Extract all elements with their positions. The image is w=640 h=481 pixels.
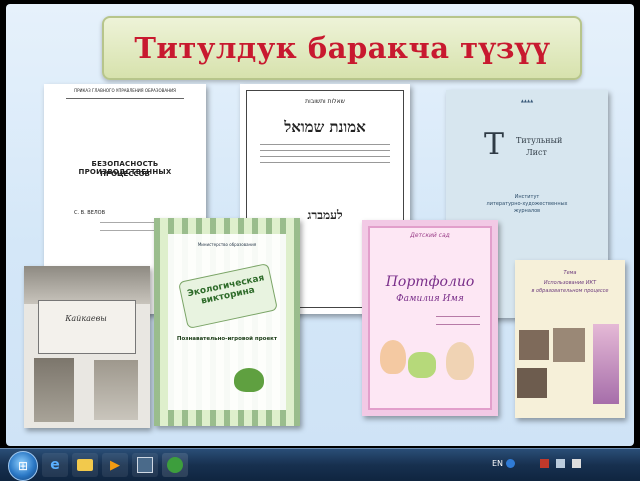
doc4-drapery [24,266,150,304]
doc2-line1 [260,144,390,145]
doc4-figure2 [94,360,138,420]
doc6-child-figure-icon [380,340,406,374]
folder-icon[interactable] [72,453,98,477]
doc2-line3 [260,156,390,157]
doc6-line2 [436,324,480,325]
doc6-top: Детский сад [410,232,450,239]
doc2-title: אמונת שמואל [284,118,366,136]
windows-start-icon[interactable]: ⊞ [8,451,38,481]
windows-logo-icon: ⊞ [17,459,29,473]
taskbar: ⊞ e ▶ EN [0,448,640,481]
doc6-inner [368,226,492,410]
play-glyph: ▶ [110,457,120,473]
doc7-line1: Тема [563,270,577,276]
doc7-photo-1 [519,330,549,360]
doc5-project: Познавательно-игровой проект [176,336,278,342]
title-page-example-7: Тема Использование ИКТ в образовательном… [515,260,625,418]
help-icon[interactable] [506,459,515,468]
doc5-header: Министерство образования [197,242,257,247]
doc4-caption: Кайкаевы [65,314,107,323]
title-page-example-5: Министерство образования Экологическая в… [154,218,300,426]
doc2-line2 [260,150,390,151]
internet-explorer-icon[interactable]: e [42,453,68,477]
doc6-name: Фамилия Имя [396,294,464,304]
doc3-logo-line2: Лист [526,148,547,157]
doc3-label2: литературно-художественных [486,201,568,207]
doc1-title-line2: ПРОЦЕССОВ [100,170,150,178]
language-indicator[interactable]: EN [492,459,503,468]
doc4-figure [34,358,74,422]
title-page-example-6: Детский сад Портфолио Фамилия Имя [362,220,498,416]
doc7-flower-decor [593,324,619,404]
ie-glyph: e [50,457,60,473]
powerpoint-icon[interactable] [162,453,188,477]
doc6-child-figure-icon-2 [446,342,474,380]
pp-glyph [167,457,183,473]
doc1-author: С. В. ВЕЛОВ [74,210,105,216]
flag-icon[interactable] [540,459,549,468]
doc3-logo-t-icon: T [484,127,505,162]
title-page-example-4: Кайкаевы [24,266,150,428]
doc3-label3: журналов [513,208,541,214]
app-icon[interactable] [132,453,158,477]
screen: Титулдук баракча түзүү ПРИКАЗ ГЛАВНОГО У… [0,0,640,481]
doc7-photo-3 [517,368,547,398]
doc3-logo-line1: Титульный [516,136,563,145]
app-glyph [137,457,153,473]
slide-title: Титулдук баракча түзүү [134,31,550,65]
slide: Титулдук баракча түзүү ПРИКАЗ ГЛАВНОГО У… [6,4,634,446]
doc7-line3: в образовательном процессе [531,288,609,294]
doc2-line4 [260,162,390,163]
doc3-label1: Институт [514,194,540,200]
doc6-title: Портфолио [385,274,475,290]
doc4-plaque [38,300,136,354]
volume-icon[interactable] [572,459,581,468]
title-box: Титулдук баракча түзүү [102,16,582,80]
folder-glyph [77,459,93,471]
doc2-header: שאלות ותשובות [305,98,345,105]
doc7-line2: Использование ИКТ [543,280,597,286]
doc1-rule [66,98,184,99]
doc7-photo-2 [553,328,585,362]
doc6-line1 [436,316,480,317]
media-player-icon[interactable]: ▶ [102,453,128,477]
network-icon[interactable] [556,459,565,468]
doc6-basket-icon [408,352,436,378]
doc5-leaf-icon [234,368,264,392]
doc1-header: ПРИКАЗ ГЛАВНОГО УПРАВЛЕНИЯ ОБРАЗОВАНИЯ [74,88,176,93]
doc3-top-text: ▲▲▲▲ [520,98,534,103]
